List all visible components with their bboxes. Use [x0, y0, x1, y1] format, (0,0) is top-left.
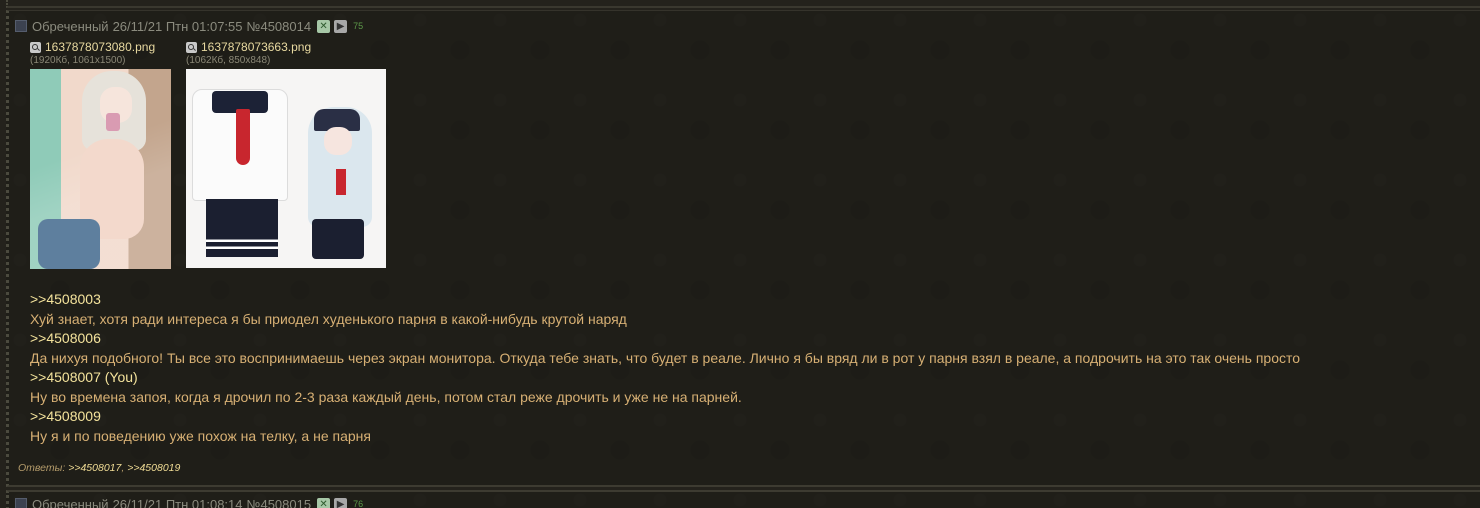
post-counter: 76 [353, 499, 364, 508]
post-number[interactable]: №4508015 [247, 497, 312, 508]
post-author: Обреченный [32, 496, 109, 508]
hide-icon[interactable]: ✕ [317, 19, 331, 33]
file-name-row[interactable]: 1637878073080.png [30, 40, 155, 54]
replies-label: Ответы: [18, 462, 66, 474]
play-icon[interactable]: ▶ [334, 497, 348, 508]
previous-post-bottom [6, 0, 1480, 8]
file-thumbnail-1[interactable] [30, 69, 171, 269]
post-checkbox[interactable] [15, 498, 27, 508]
post-counter: 75 [353, 21, 364, 31]
file-name-row[interactable]: 1637878073663.png [186, 40, 311, 54]
post-header: Обреченный 26/11/21 Птн 01:08:14 №450801… [15, 496, 363, 508]
next-post: Обреченный 26/11/21 Птн 01:08:14 №450801… [6, 490, 1480, 508]
post-datetime: 26/11/21 Птн 01:08:14 [112, 496, 243, 508]
hide-icon[interactable]: ✕ [317, 497, 331, 508]
post-number[interactable]: №4508014 [247, 19, 312, 34]
file-meta: (1062Кб, 850x848) [186, 55, 271, 66]
file-name[interactable]: 1637878073080.png [45, 40, 155, 54]
quote-link[interactable]: >>4508007 (You) [30, 368, 1300, 388]
reply-ref[interactable]: >>4508019 [127, 462, 180, 474]
post: Обреченный 26/11/21 Птн 01:07:55 №450801… [6, 10, 1480, 487]
file-thumbnail-2[interactable] [186, 69, 386, 268]
message-line: Ну во времена запоя, когда я дрочил по 2… [30, 388, 742, 405]
quote-link[interactable]: >>4508006 [30, 329, 1300, 349]
file-1: 1637878073080.png (1920Кб, 1061x1500) [30, 40, 155, 68]
quote-link[interactable]: >>4508003 [30, 290, 1300, 310]
file-2: 1637878073663.png (1062Кб, 850x848) [186, 40, 311, 68]
message-line: Да нихуя подобного! Ты все это восприним… [30, 349, 1301, 366]
post-author: Обреченный [32, 18, 109, 34]
reply-ref[interactable]: >>4508017 [68, 462, 121, 474]
file-meta: (1920Кб, 1061x1500) [30, 55, 126, 66]
message-line: Ну я и по поведению уже похож на телку, … [30, 427, 371, 444]
quote-link[interactable]: >>4508009 [30, 407, 1300, 427]
play-icon[interactable]: ▶ [334, 19, 348, 33]
post-checkbox[interactable] [15, 20, 27, 32]
message-line: Хуй знает, хотя ради интереса я бы приод… [30, 310, 627, 327]
magnifier-icon[interactable] [186, 41, 197, 53]
post-message: >>4508003 Хуй знает, хотя ради интереса … [30, 290, 1300, 446]
post-header: Обреченный 26/11/21 Птн 01:07:55 №450801… [15, 18, 363, 34]
post-datetime: 26/11/21 Птн 01:07:55 [112, 18, 243, 34]
magnifier-icon[interactable] [30, 41, 41, 53]
file-name[interactable]: 1637878073663.png [201, 40, 311, 54]
post-replies: Ответы: >>4508017, >>4508019 [18, 462, 180, 474]
